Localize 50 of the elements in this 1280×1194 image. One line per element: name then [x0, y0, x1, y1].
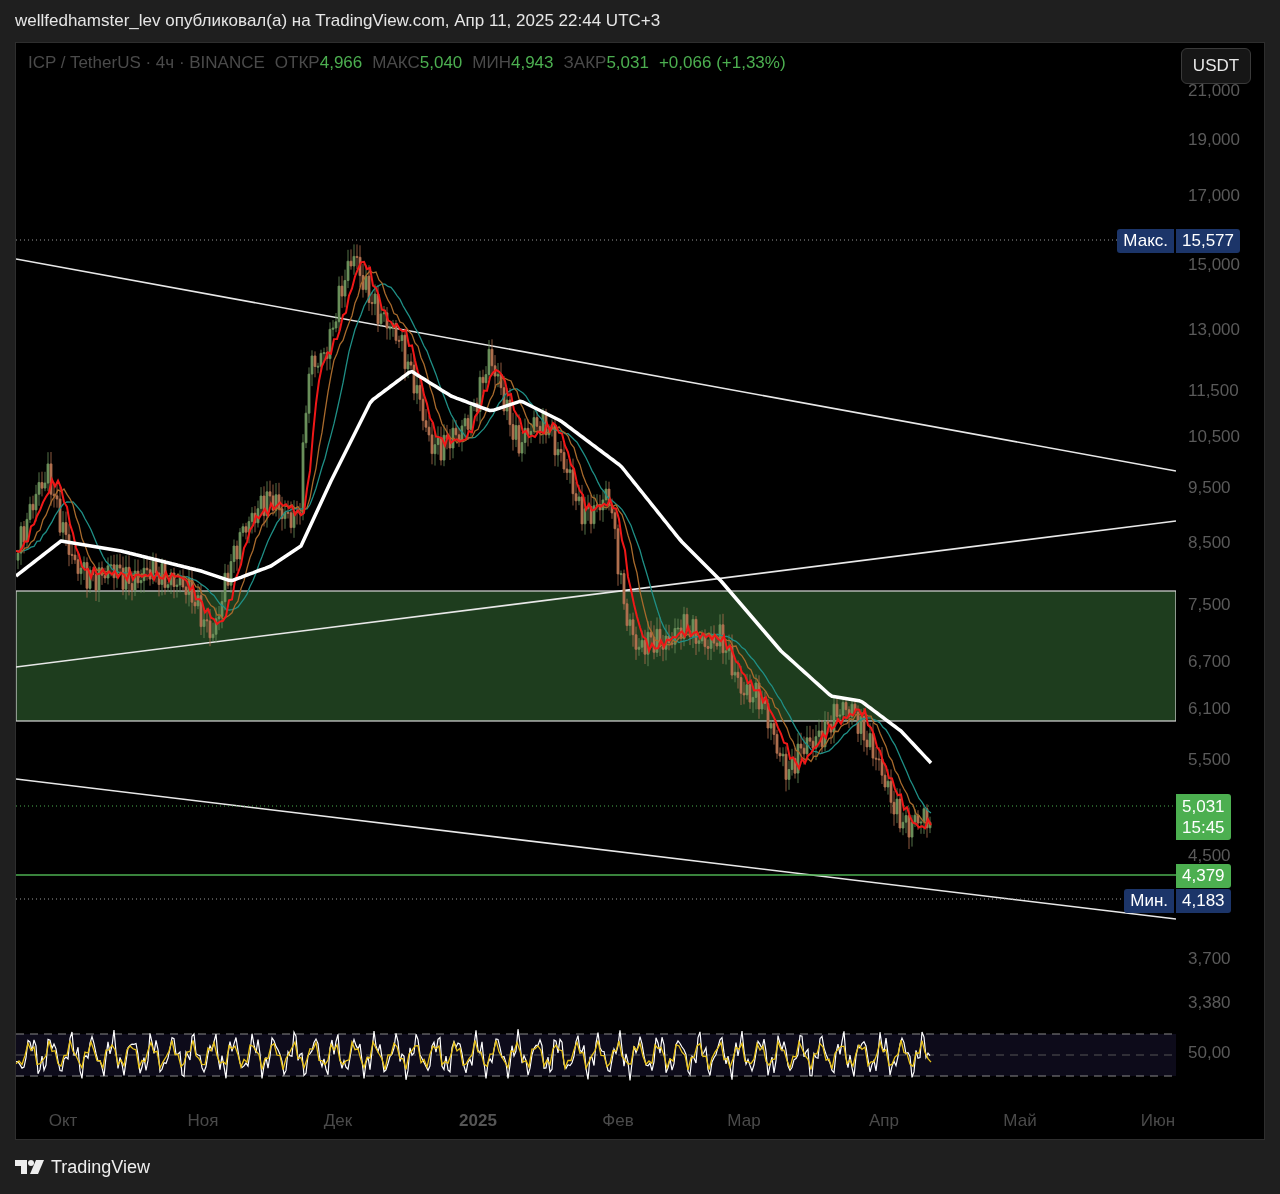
price-axis-label: 8,500: [1188, 533, 1231, 553]
support-zone[interactable]: [16, 590, 1176, 722]
price-axis-label: 6,100: [1188, 699, 1231, 719]
price-axis-label: 17,000: [1188, 186, 1240, 206]
currency-button[interactable]: USDT: [1181, 48, 1251, 84]
trend-line[interactable]: [16, 520, 1176, 668]
legend-value: 5,031: [606, 53, 649, 73]
legend-label: ОТКР: [274, 53, 320, 73]
brand-name: TradingView: [51, 1156, 151, 1178]
price-tag: 15,577: [1176, 229, 1240, 253]
price-tag-label: Мин.: [1124, 889, 1174, 913]
price-axis-label: 11,500: [1188, 381, 1239, 401]
time-axis-label: 2025: [459, 1111, 497, 1131]
time-axis-label: Мар: [727, 1111, 761, 1131]
price-axis-label: 9,500: [1188, 478, 1231, 498]
price-tag: 4,183: [1176, 889, 1231, 913]
legend-value: 4,943: [511, 53, 554, 73]
price-axis-label: 3,700: [1188, 949, 1231, 969]
price-axis-label: 4,500: [1188, 846, 1231, 866]
time-axis-label: Апр: [869, 1111, 899, 1131]
time-axis-label: Фев: [602, 1111, 634, 1131]
time-axis-label: Май: [1003, 1111, 1037, 1131]
time-axis-label: Июн: [1140, 1111, 1176, 1131]
logo-icon: [15, 1159, 45, 1175]
price-axis-label: 15,000: [1188, 255, 1240, 275]
time-axis-label: Дек: [323, 1111, 353, 1131]
price-change: +0,066 (+1,33%): [658, 53, 786, 73]
trend-line[interactable]: [16, 258, 1176, 472]
trend-line[interactable]: [16, 778, 1176, 920]
publish-info: wellfedhamster_lev опубликовал(а) на TradingView.com, Апр 11, 2025 22:44 UTC+3: [15, 11, 661, 31]
price-axis-label: 21,000: [1188, 81, 1240, 101]
rsi-axis-label: 50,00: [1188, 1043, 1231, 1063]
price-axis-label: 13,000: [1188, 320, 1240, 340]
legend-label: МИН: [472, 53, 511, 73]
price-axis-label: 3,380: [1188, 993, 1231, 1013]
price-axis-label: 10,500: [1188, 427, 1240, 447]
price-axis-label: 19,000: [1188, 130, 1240, 150]
price-tag: 4,379: [1176, 864, 1231, 888]
time-axis-label: Ноя: [187, 1111, 219, 1131]
symbol-title: ICP / TetherUS · 4ч · BINANCE: [28, 53, 265, 73]
price-axis-label: 5,500: [1188, 750, 1231, 770]
time-axis-label: Окт: [48, 1111, 78, 1131]
price-axis-label: 6,700: [1188, 652, 1231, 672]
price-tag-label: Макс.: [1117, 229, 1174, 253]
legend-value: 5,040: [419, 53, 463, 73]
legend-label: ЗАКР: [563, 53, 607, 73]
legend-label: МАКС: [372, 53, 420, 73]
price-axis-label: 7,500: [1188, 595, 1231, 615]
legend-value: 4,966: [319, 53, 363, 73]
last-price-tag: 5,031 15:45: [1176, 794, 1231, 840]
